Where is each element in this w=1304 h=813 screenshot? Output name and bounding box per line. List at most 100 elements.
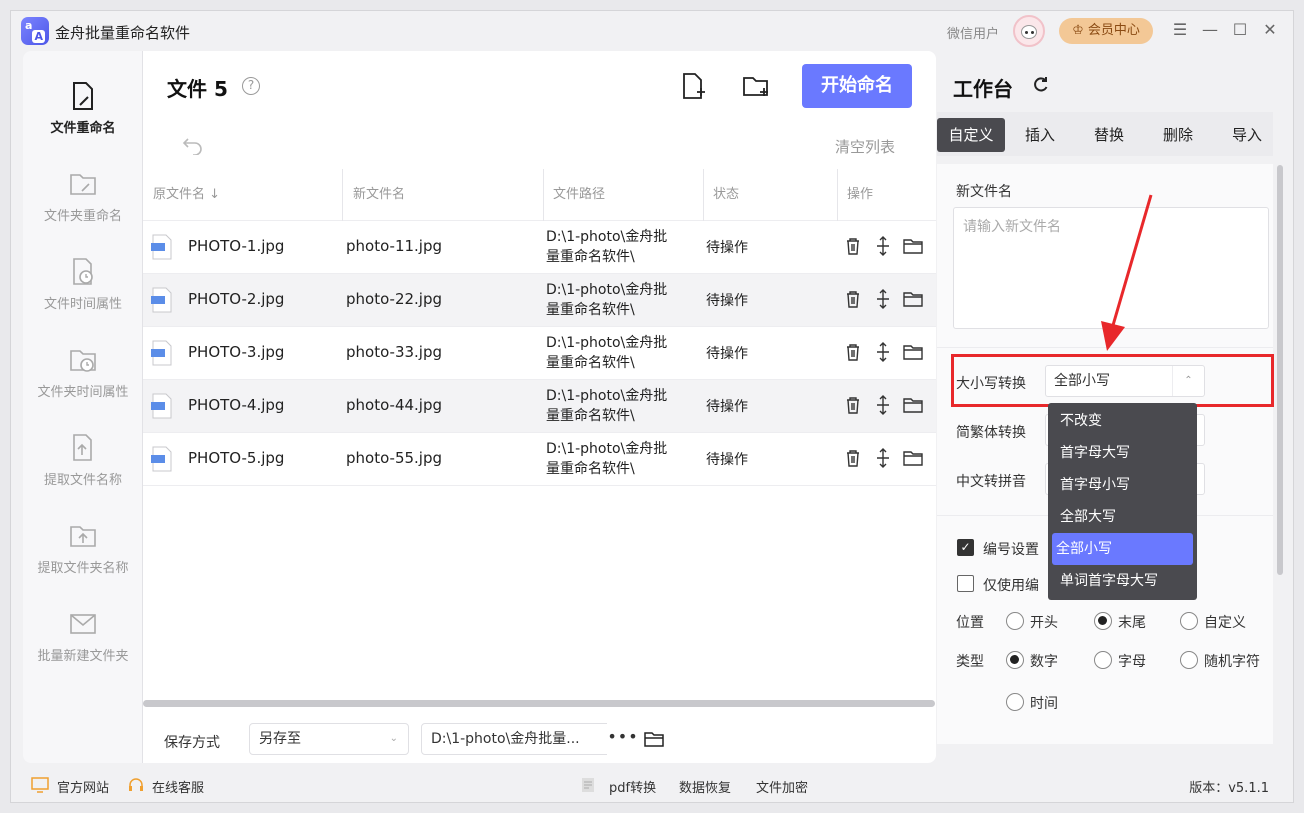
more-button[interactable]: •••: [607, 723, 639, 755]
annotation-arrow-icon: [1101, 194, 1153, 351]
case-option[interactable]: 单词首字母大写: [1052, 565, 1193, 597]
type-number-radio[interactable]: [1006, 651, 1024, 669]
trash-icon[interactable]: [842, 341, 864, 363]
table-row[interactable]: PHOTO-3.jpg photo-33.jpg D:\1-photo\金舟批量重命…: [143, 327, 936, 380]
sidebar-item-file-time[interactable]: 文件时间属性: [23, 257, 143, 327]
workbench-title: 工作台: [953, 77, 1013, 101]
file-edit-icon: [73, 82, 93, 110]
move-icon[interactable]: [872, 447, 894, 469]
minimize-icon[interactable]: —: [1199, 19, 1221, 41]
sidebar-item-folder-rename[interactable]: 文件夹重命名: [23, 169, 143, 239]
table-header: 原文件名 ↓ 新文件名 文件路径 状态 操作: [143, 169, 936, 221]
open-folder-icon[interactable]: [643, 730, 665, 748]
new-file-name: photo-33.jpg: [346, 343, 443, 361]
position-label: 位置: [956, 615, 984, 631]
type-letter-radio[interactable]: [1094, 651, 1112, 669]
move-icon[interactable]: [872, 235, 894, 257]
new-file-name: photo-11.jpg: [346, 237, 443, 255]
trash-icon[interactable]: [842, 235, 864, 257]
maximize-icon[interactable]: ☐: [1229, 19, 1251, 41]
position-start-radio[interactable]: [1006, 612, 1024, 630]
tab-import[interactable]: 导入: [1213, 118, 1281, 152]
sidebar-item-folder-time[interactable]: 文件夹时间属性: [23, 345, 143, 415]
move-icon[interactable]: [872, 341, 894, 363]
official-site-link[interactable]: 官方网站: [57, 777, 109, 796]
close-icon[interactable]: ✕: [1259, 19, 1281, 41]
sidebar-item-extract-folder-names[interactable]: 提取文件夹名称: [23, 521, 143, 591]
open-folder-icon[interactable]: [902, 235, 924, 257]
pdf-convert-link[interactable]: pdf转换: [609, 777, 656, 796]
help-icon[interactable]: ?: [242, 77, 260, 95]
trash-icon[interactable]: [842, 288, 864, 310]
case-dropdown-menu: 不改变 首字母大写 首字母小写 全部大写 全部小写 单词首字母大写: [1048, 403, 1197, 600]
sidebar-item-batch-new-folder[interactable]: 批量新建文件夹: [23, 609, 143, 679]
only-numbering-label: 仅使用编: [983, 578, 1039, 594]
add-file-icon[interactable]: [678, 71, 708, 101]
footer: 官方网站 在线客服 pdf转换 数据恢复 文件加密 版本：v5.1.1: [11, 771, 1293, 802]
jpg-file-icon: [151, 393, 172, 419]
position-custom-radio[interactable]: [1180, 612, 1198, 630]
clear-list-button[interactable]: 清空列表: [835, 136, 895, 157]
table-row[interactable]: PHOTO-4.jpg photo-44.jpg D:\1-photo\金舟批量重命…: [143, 380, 936, 433]
table-row[interactable]: PHOTO-2.jpg photo-22.jpg D:\1-photo\金舟批量重命…: [143, 274, 936, 327]
workbench-tabs: 自定义 插入 替换 删除 导入: [937, 112, 1273, 156]
old-file-name: PHOTO-1.jpg: [188, 237, 285, 255]
case-option[interactable]: 首字母大写: [1052, 437, 1193, 469]
trash-icon[interactable]: [842, 447, 864, 469]
sidebar-item-file-rename[interactable]: 文件重命名: [23, 81, 143, 151]
avatar[interactable]: [1013, 15, 1045, 47]
file-encrypt-link[interactable]: 文件加密: [756, 777, 808, 796]
case-option[interactable]: 首字母小写: [1052, 469, 1193, 501]
position-end-label: 末尾: [1118, 615, 1146, 631]
refresh-icon[interactable]: [1031, 75, 1051, 95]
trash-icon[interactable]: [842, 394, 864, 416]
open-folder-icon[interactable]: [902, 288, 924, 310]
case-option[interactable]: 全部大写: [1052, 501, 1193, 533]
file-path: D:\1-photo\金舟批量重命名软件\: [546, 282, 668, 318]
vip-center-button[interactable]: ♔ 会员中心: [1059, 18, 1153, 44]
tab-insert[interactable]: 插入: [1006, 118, 1074, 152]
new-file-name: photo-55.jpg: [346, 449, 443, 467]
type-random-radio[interactable]: [1180, 651, 1198, 669]
online-service-link[interactable]: 在线客服: [152, 777, 204, 796]
table-row[interactable]: PHOTO-5.jpg photo-55.jpg D:\1-photo\金舟批量重命…: [143, 433, 936, 486]
monitor-icon: [31, 777, 49, 793]
move-icon[interactable]: [872, 288, 894, 310]
position-end-radio[interactable]: [1094, 612, 1112, 630]
app-window: a A 金舟批量重命名软件 微信用户 ♔ 会员中心 ☰ — ☐ ✕ 文件重命名 …: [10, 10, 1294, 803]
menu-icon[interactable]: ☰: [1169, 19, 1191, 41]
sidebar-item-extract-file-names[interactable]: 提取文件名称: [23, 433, 143, 503]
case-option[interactable]: 不改变: [1052, 405, 1193, 437]
file-status: 待操作: [706, 399, 748, 415]
add-folder-icon[interactable]: [741, 71, 771, 101]
tab-custom[interactable]: 自定义: [937, 118, 1005, 152]
save-mode-label: 保存方式: [164, 735, 220, 751]
folder-export-icon: [70, 526, 96, 547]
type-time-radio[interactable]: [1006, 693, 1024, 711]
open-folder-icon[interactable]: [902, 447, 924, 469]
open-folder-icon[interactable]: [902, 394, 924, 416]
move-icon[interactable]: [872, 394, 894, 416]
file-path: D:\1-photo\金舟批量重命名软件\: [546, 229, 668, 265]
undo-icon[interactable]: [181, 135, 205, 155]
only-numbering-checkbox[interactable]: [957, 575, 974, 592]
case-option[interactable]: 全部小写: [1052, 533, 1193, 565]
data-recovery-link[interactable]: 数据恢复: [679, 777, 731, 796]
numbering-checkbox[interactable]: ✓: [957, 539, 974, 556]
jpg-file-icon: [151, 340, 172, 366]
col-old-name[interactable]: 原文件名 ↓: [143, 169, 220, 221]
horizontal-scrollbar[interactable]: [143, 700, 935, 707]
start-rename-button[interactable]: 开始命名: [802, 64, 912, 108]
vertical-scrollbar[interactable]: [1277, 165, 1283, 575]
highlight-box: [951, 354, 1274, 407]
simp-trad-label: 简繁体转换: [956, 425, 1026, 441]
app-logo-icon: a A: [21, 17, 49, 45]
open-folder-icon[interactable]: [902, 341, 924, 363]
new-file-name: photo-44.jpg: [346, 396, 443, 414]
user-name[interactable]: 微信用户: [947, 23, 999, 42]
tab-replace[interactable]: 替换: [1075, 118, 1143, 152]
numbering-label: 编号设置: [983, 542, 1039, 558]
tab-delete[interactable]: 删除: [1144, 118, 1212, 152]
save-mode-select[interactable]: 另存至 ⌄: [249, 723, 409, 755]
table-row[interactable]: PHOTO-1.jpg photo-11.jpg D:\1-photo\金舟批量重命…: [143, 221, 936, 274]
